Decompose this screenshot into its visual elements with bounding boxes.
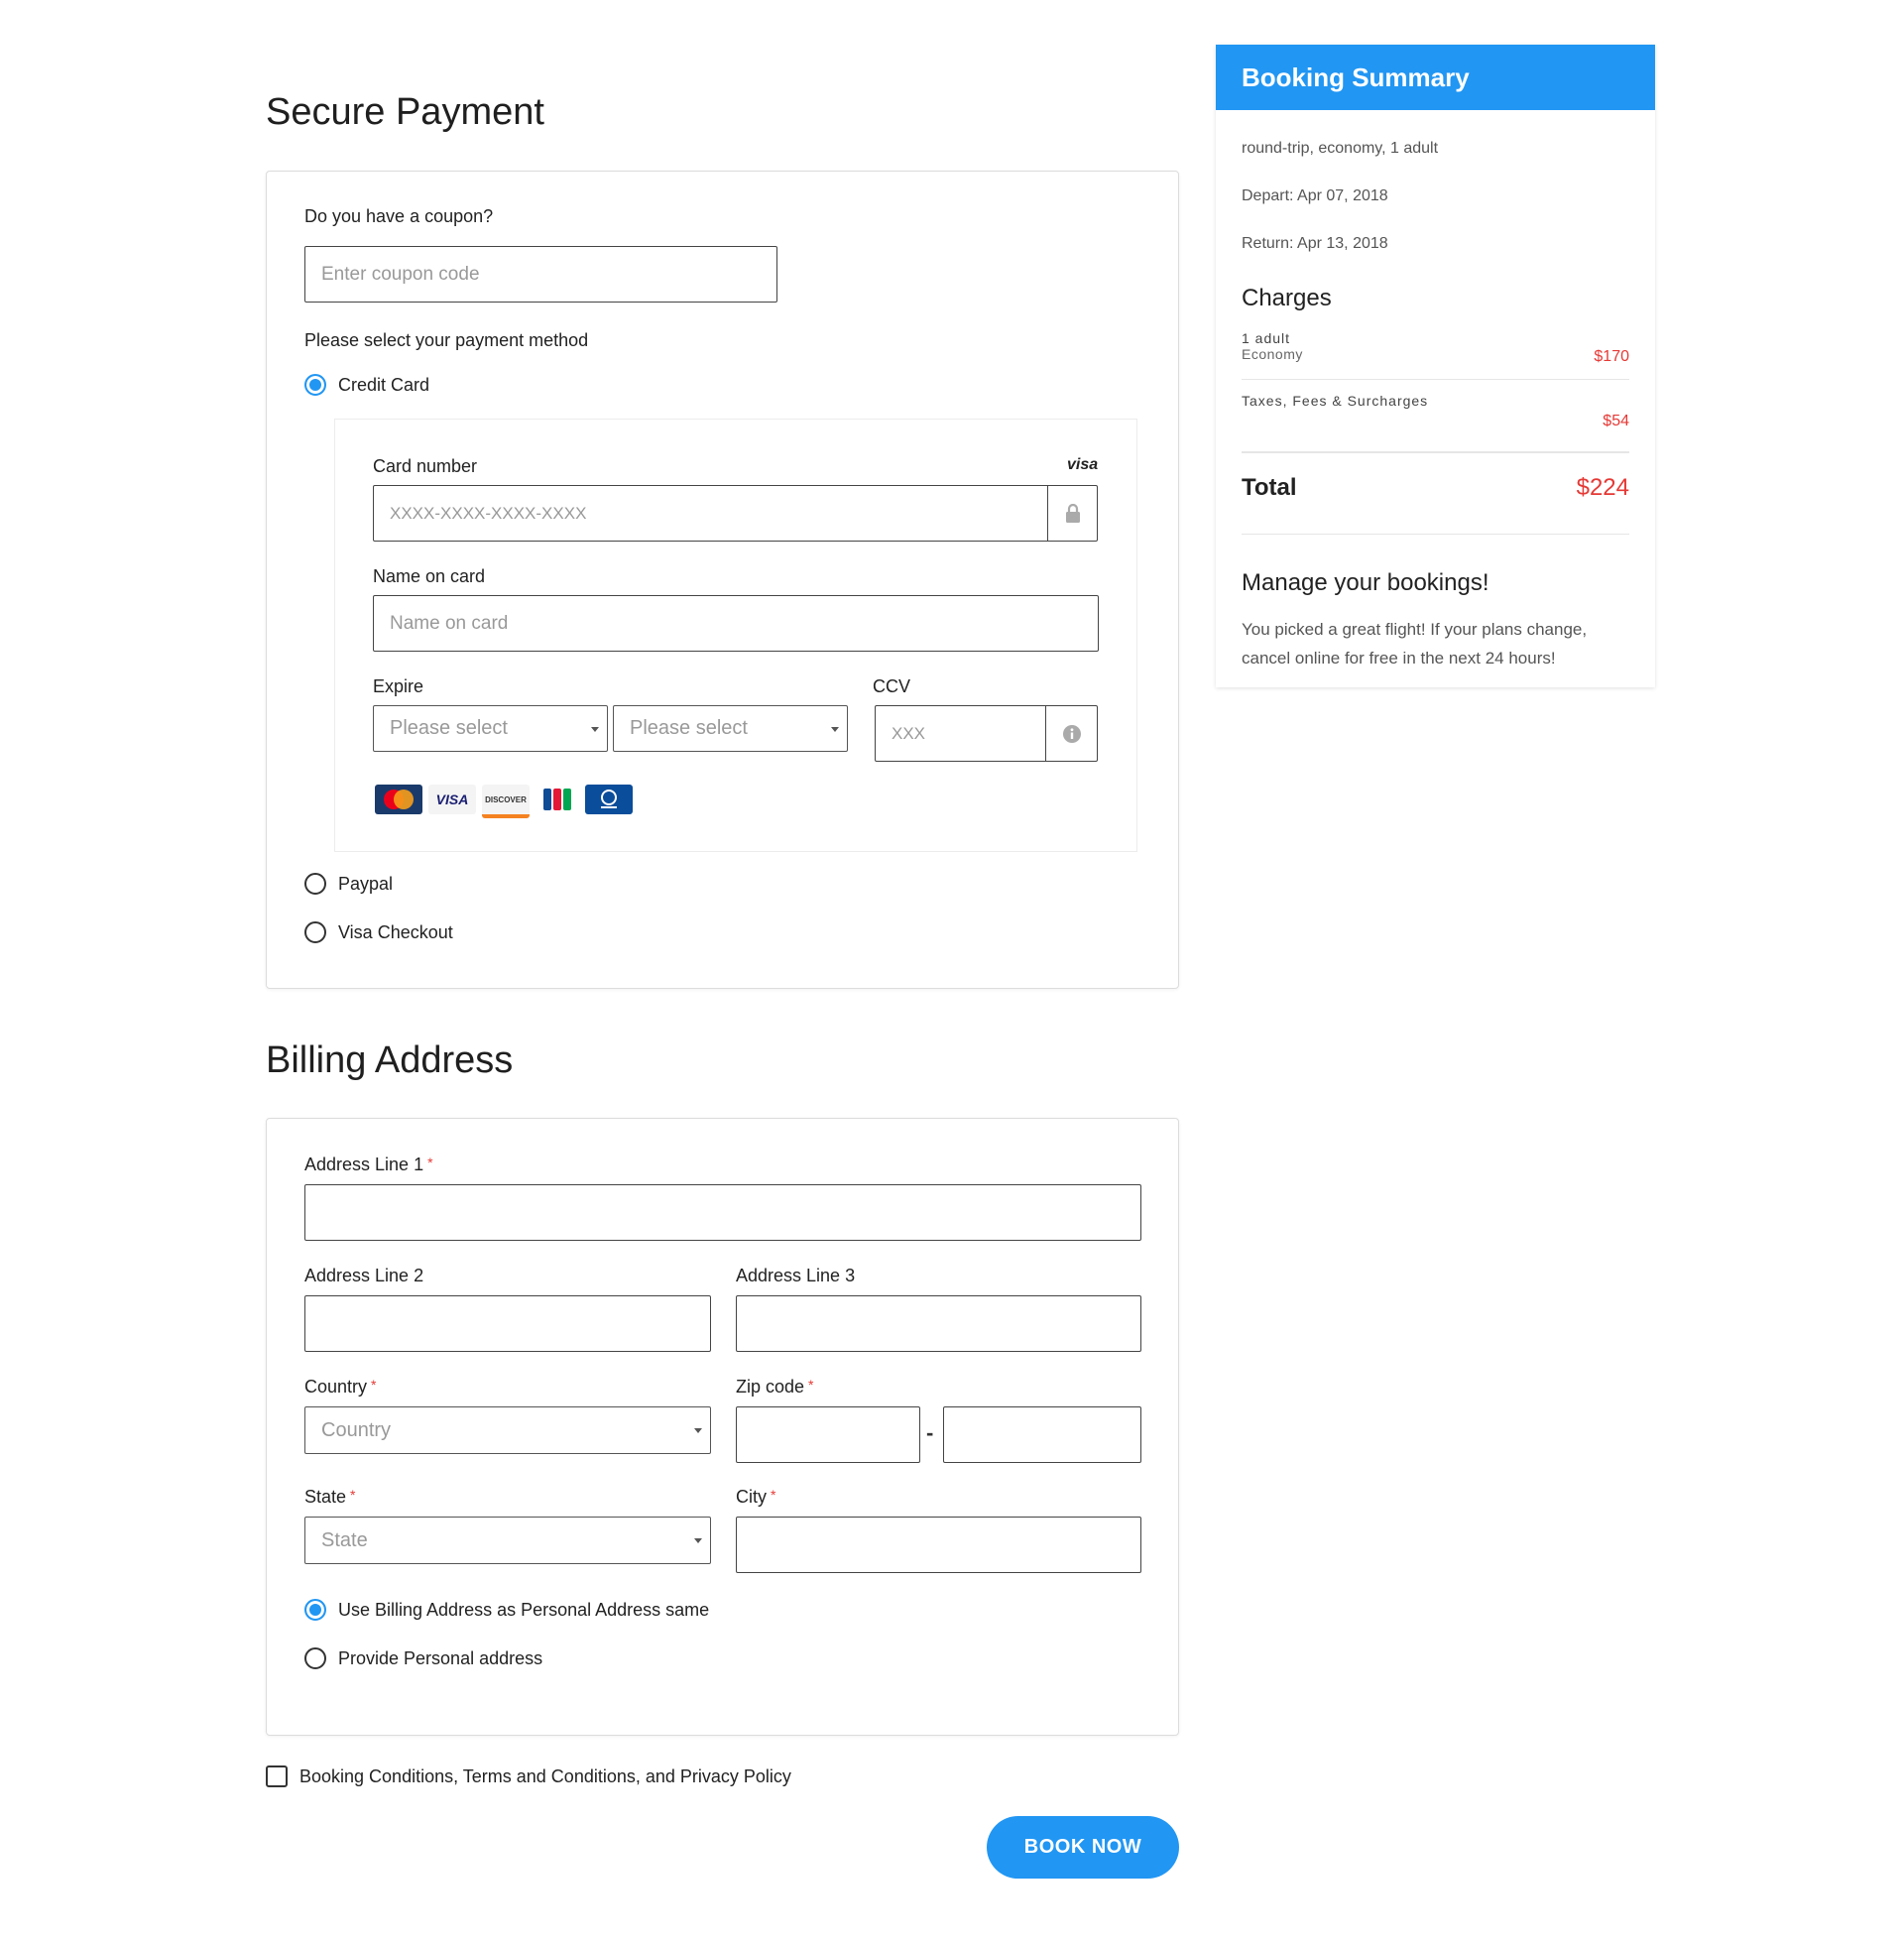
city-label-text: City (736, 1487, 767, 1507)
state-placeholder: State (321, 1528, 368, 1551)
expire-label: Expire (373, 676, 424, 696)
jcb-card-icon (536, 785, 579, 814)
ccv-placeholder: XXX (892, 723, 926, 743)
depart-date: Depart: Apr 07, 2018 (1242, 187, 1388, 204)
terms-label: Booking Conditions, Terms and Conditions… (299, 1765, 791, 1786)
total-label: Total (1242, 474, 1297, 501)
info-icon[interactable] (1045, 706, 1097, 761)
payment-option-paypal[interactable]: Paypal (304, 873, 393, 895)
charges-divider (1242, 379, 1629, 380)
country-placeholder: Country (321, 1418, 392, 1441)
address-line-1-label: Address Line 1 * (304, 1155, 433, 1175)
charge-adult-amount: $170 (1594, 348, 1629, 365)
manage-bookings-text: You picked a great flight! If your plans… (1242, 620, 1588, 668)
return-date: Return: Apr 13, 2018 (1242, 235, 1388, 252)
coupon-question: Do you have a coupon? (304, 206, 494, 226)
diners-club-icon (585, 785, 633, 814)
coupon-input[interactable]: Enter coupon code (304, 246, 777, 303)
card-number-label: Card number (373, 456, 478, 476)
country-label: Country * (304, 1377, 376, 1398)
summary-divider (1242, 534, 1629, 535)
ccv-input[interactable]: XXX (875, 705, 1098, 762)
expire-year-select[interactable]: Please select (613, 705, 848, 752)
payment-method-prompt: Please select your payment method (304, 330, 589, 350)
zip-code-input-1[interactable] (736, 1406, 920, 1463)
required-mark: * (427, 1155, 433, 1170)
country-label-text: Country (304, 1377, 368, 1397)
address-line-3-input[interactable] (736, 1295, 1141, 1352)
chevron-down-icon (591, 726, 599, 732)
address-option-personal[interactable]: Provide Personal address (304, 1647, 542, 1669)
visa-checkout-label: Visa Checkout (338, 921, 453, 942)
total-amount: $224 (1576, 474, 1629, 501)
required-mark: * (350, 1487, 356, 1503)
billing-title: Billing Address (266, 1039, 514, 1081)
mastercard-icon (375, 785, 422, 814)
charge-adult-sub: Economy (1242, 346, 1303, 362)
terms-checkbox[interactable] (266, 1765, 288, 1787)
accepted-cards: VISA DISCOVER (375, 785, 633, 818)
address-same-radio[interactable] (304, 1599, 326, 1621)
expire-year-placeholder: Please select (630, 717, 748, 739)
expire-month-placeholder: Please select (390, 717, 508, 739)
card-number-input[interactable]: XXXX-XXXX-XXXX-XXXX (373, 485, 1098, 542)
payment-option-visa-checkout[interactable]: Visa Checkout (304, 921, 453, 943)
name-on-card-label: Name on card (373, 566, 486, 586)
card-brand-hint: visa (1067, 456, 1099, 473)
paypal-label: Paypal (338, 873, 394, 894)
charge-taxes-label: Taxes, Fees & Surcharges (1242, 393, 1429, 409)
charge-adult-label: 1 adult (1242, 330, 1291, 346)
ccv-label: CCV (873, 676, 911, 696)
charge-taxes-amount: $54 (1603, 413, 1629, 429)
charge-row-adult: 1 adult Economy $170 (1242, 330, 1629, 378)
payment-title: Secure Payment (266, 91, 544, 133)
state-select[interactable]: State (304, 1517, 711, 1564)
charges-title: Charges (1242, 285, 1332, 311)
visa-checkout-radio[interactable] (304, 921, 326, 943)
manage-bookings-title: Manage your bookings! (1242, 569, 1489, 596)
credit-card-label: Credit Card (338, 374, 430, 395)
lock-icon (1047, 486, 1097, 541)
address-option-same[interactable]: Use Billing Address as Personal Address … (304, 1599, 709, 1621)
address-personal-label: Provide Personal address (338, 1647, 543, 1668)
expire-month-select[interactable]: Please select (373, 705, 608, 752)
required-mark: * (771, 1487, 776, 1503)
required-mark: * (808, 1377, 814, 1393)
address-line-2-label: Address Line 2 (304, 1266, 424, 1285)
chevron-down-icon (831, 726, 839, 732)
address-line-2-input[interactable] (304, 1295, 711, 1352)
payment-option-credit-card[interactable]: Credit Card (304, 374, 429, 396)
charge-row-taxes: Taxes, Fees & Surcharges $54 (1242, 393, 1629, 440)
discover-card-icon: DISCOVER (482, 785, 530, 818)
state-label-text: State (304, 1487, 347, 1507)
zip-separator: - (926, 1420, 934, 1445)
booking-summary-title: Booking Summary (1216, 45, 1655, 110)
required-mark: * (371, 1377, 377, 1393)
paypal-radio[interactable] (304, 873, 326, 895)
chevron-down-icon (694, 1538, 702, 1543)
book-now-button[interactable]: BOOK NOW (987, 1816, 1179, 1879)
terms-row[interactable]: Booking Conditions, Terms and Conditions… (266, 1765, 791, 1787)
total-divider (1242, 451, 1629, 453)
address-same-label: Use Billing Address as Personal Address … (338, 1599, 710, 1620)
visa-card-icon: VISA (428, 785, 476, 814)
address-personal-radio[interactable] (304, 1647, 326, 1669)
name-on-card-input[interactable]: Name on card (373, 595, 1099, 652)
address-line-3-label: Address Line 3 (736, 1266, 856, 1285)
zip-code-label-text: Zip code (736, 1377, 805, 1397)
card-number-placeholder: XXXX-XXXX-XXXX-XXXX (390, 503, 587, 523)
trip-info: round-trip, economy, 1 adult (1242, 140, 1439, 157)
country-select[interactable]: Country (304, 1406, 711, 1454)
state-label: State * (304, 1487, 355, 1508)
zip-code-label: Zip code * (736, 1377, 814, 1398)
address-line-1-text: Address Line 1 (304, 1155, 424, 1174)
city-label: City * (736, 1487, 775, 1508)
zip-code-input-2[interactable] (943, 1406, 1141, 1463)
credit-card-radio[interactable] (304, 374, 326, 396)
address-line-1-input[interactable] (304, 1184, 1141, 1241)
chevron-down-icon (694, 1428, 702, 1433)
city-input[interactable] (736, 1517, 1141, 1573)
